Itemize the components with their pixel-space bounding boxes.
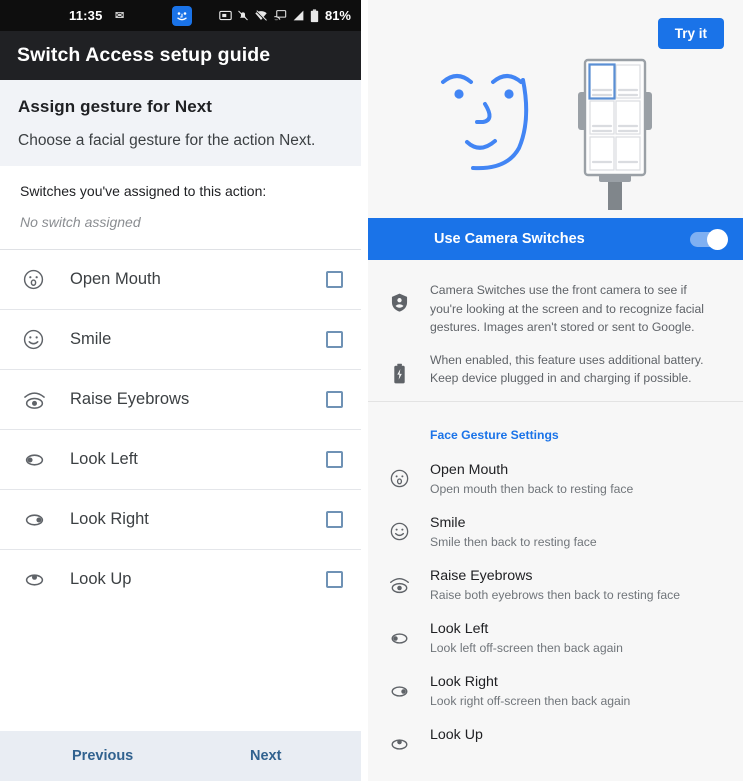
face-gesture-subtitle: Look left off-screen then back again — [430, 640, 623, 655]
face-gesture-row-look-left[interactable]: Look Left Look left off-screen then back… — [368, 611, 743, 664]
left-phone-screen: 11:35 ✉ 81% Switch Access setup guide As… — [0, 0, 368, 781]
assigned-switches-label: Switches you've assigned to this action: — [20, 183, 267, 199]
cast-icon — [274, 10, 287, 21]
gesture-checkbox[interactable] — [326, 451, 343, 468]
face-gesture-text-block: Look Left Look left off-screen then back… — [430, 620, 623, 655]
info-block: Camera Switches use the front camera to … — [368, 260, 743, 412]
gesture-label: Smile — [70, 330, 112, 348]
gesture-label: Look Left — [70, 450, 138, 468]
mail-icon: ✉ — [115, 10, 125, 22]
gesture-checkbox[interactable] — [326, 391, 343, 408]
gesture-row-raise-eyebrows[interactable]: Raise Eyebrows — [0, 369, 361, 429]
face-gesture-text-block: Raise Eyebrows Raise both eyebrows then … — [430, 567, 680, 602]
use-camera-switches-toggle[interactable] — [690, 228, 728, 250]
face-gesture-row-open-mouth[interactable]: Open Mouth Open mouth then back to resti… — [368, 452, 743, 505]
navigation-bar: Previous Next — [0, 731, 361, 781]
use-camera-switches-bar[interactable]: Use Camera Switches — [368, 218, 743, 260]
privacy-shield-icon — [368, 281, 430, 337]
look-right-icon — [368, 673, 430, 708]
face-gesture-subtitle: Smile then back to resting face — [430, 534, 597, 549]
next-button[interactable]: Next — [250, 748, 281, 764]
gesture-row-smile[interactable]: Smile — [0, 309, 361, 369]
previous-button[interactable]: Previous — [72, 748, 133, 764]
face-gesture-title: Look Left — [430, 620, 489, 637]
info-row-privacy: Camera Switches use the front camera to … — [368, 274, 743, 344]
privacy-info-text: Camera Switches use the front camera to … — [430, 283, 705, 335]
look-up-icon — [368, 726, 430, 753]
gesture-row-look-left[interactable]: Look Left — [0, 429, 361, 489]
gesture-checkbox[interactable] — [326, 331, 343, 348]
gesture-label: Look Right — [70, 510, 149, 528]
face-gesture-row-look-right[interactable]: Look Right Look right off-screen then ba… — [368, 664, 743, 717]
gesture-label: Raise Eyebrows — [70, 390, 190, 408]
face-gesture-title: Open Mouth — [430, 461, 509, 478]
intro-section: Assign gesture for Next Choose a facial … — [0, 80, 361, 166]
face-gesture-text-block: Smile Smile then back to resting face — [430, 514, 597, 549]
gesture-row-open-mouth[interactable]: Open Mouth — [0, 249, 361, 309]
gesture-label: Look Up — [70, 570, 132, 588]
toggle-knob — [707, 228, 728, 250]
face-gesture-title: Look Up — [430, 726, 483, 743]
status-time: 11:35 — [69, 8, 103, 23]
open-mouth-icon — [22, 268, 58, 291]
look-left-icon — [22, 450, 58, 470]
battery-percent: 81% — [324, 8, 351, 23]
raise-eyebrows-icon — [22, 388, 58, 411]
battery-info-text: When enabled, this feature uses addition… — [430, 352, 704, 386]
assigned-switches-card: Switches you've assigned to this action:… — [0, 166, 361, 249]
gesture-row-look-right[interactable]: Look Right — [0, 489, 361, 549]
open-mouth-icon — [368, 461, 430, 496]
status-bar: 11:35 ✉ 81% — [0, 0, 361, 31]
screenshot-icon — [219, 10, 232, 21]
info-row-battery: When enabled, this feature uses addition… — [368, 344, 743, 395]
wifi-off-icon — [255, 10, 267, 21]
assign-gesture-heading: Assign gesture for Next — [18, 97, 213, 116]
face-illustration — [435, 58, 550, 183]
raise-eyebrows-icon — [368, 567, 430, 602]
dual-screenshot-container: 11:35 ✉ 81% Switch Access setup guide As… — [0, 0, 750, 781]
assigned-switches-value: No switch assigned — [20, 214, 141, 230]
hero-illustration-section: Try it — [368, 0, 743, 218]
notifications-off-icon — [238, 10, 248, 21]
face-gesture-title: Smile — [430, 514, 466, 531]
battery-charging-icon — [368, 351, 430, 388]
face-gesture-text-block: Look Right Look right off-screen then ba… — [430, 673, 630, 708]
gesture-row-look-up[interactable]: Look Up — [0, 549, 361, 609]
smile-icon — [368, 514, 430, 549]
look-left-icon — [368, 620, 430, 655]
gesture-checkbox[interactable] — [326, 271, 343, 288]
face-gesture-row-smile[interactable]: Smile Smile then back to resting face — [368, 505, 743, 558]
page-title: Switch Access setup guide — [17, 44, 271, 66]
face-gesture-settings-title: Face Gesture Settings — [430, 427, 559, 442]
right-phone-screen: Try it Use Camera Switches Camera Switch… — [368, 0, 743, 781]
use-camera-switches-label: Use Camera Switches — [434, 231, 585, 247]
gesture-checkbox[interactable] — [326, 571, 343, 588]
app-bar: Switch Access setup guide — [0, 31, 361, 80]
divider — [368, 400, 743, 402]
face-gesture-subtitle: Look right off-screen then back again — [430, 693, 631, 708]
face-gesture-subtitle: Raise both eyebrows then back to resting… — [430, 587, 680, 602]
look-right-icon — [22, 510, 58, 530]
phone-on-stand-illustration — [565, 52, 665, 217]
face-gesture-text-block: Open Mouth Open mouth then back to resti… — [430, 461, 633, 496]
face-notification-icon — [172, 6, 192, 26]
battery-icon — [310, 8, 319, 22]
smile-icon — [22, 328, 58, 351]
signal-icon — [293, 10, 304, 21]
assign-gesture-description: Choose a facial gesture for the action N… — [18, 132, 316, 149]
status-icons-group: 81% — [219, 8, 351, 23]
look-up-icon — [22, 570, 58, 590]
face-gesture-row-raise-eyebrows[interactable]: Raise Eyebrows Raise both eyebrows then … — [368, 558, 743, 611]
gesture-list: Open Mouth Smile Raise Eyebrows Look Lef… — [0, 249, 361, 731]
face-gesture-subtitle: Open mouth then back to resting face — [430, 481, 634, 496]
face-gesture-settings-list: Open Mouth Open mouth then back to resti… — [368, 452, 743, 762]
face-gesture-title: Raise Eyebrows — [430, 567, 533, 584]
try-it-button[interactable]: Try it — [657, 18, 724, 49]
gesture-checkbox[interactable] — [326, 511, 343, 528]
face-gesture-title: Look Right — [430, 673, 498, 690]
face-gesture-row-look-up[interactable]: Look Up — [368, 717, 743, 762]
face-gesture-text-block: Look Up — [430, 726, 483, 753]
gesture-label: Open Mouth — [70, 270, 161, 288]
